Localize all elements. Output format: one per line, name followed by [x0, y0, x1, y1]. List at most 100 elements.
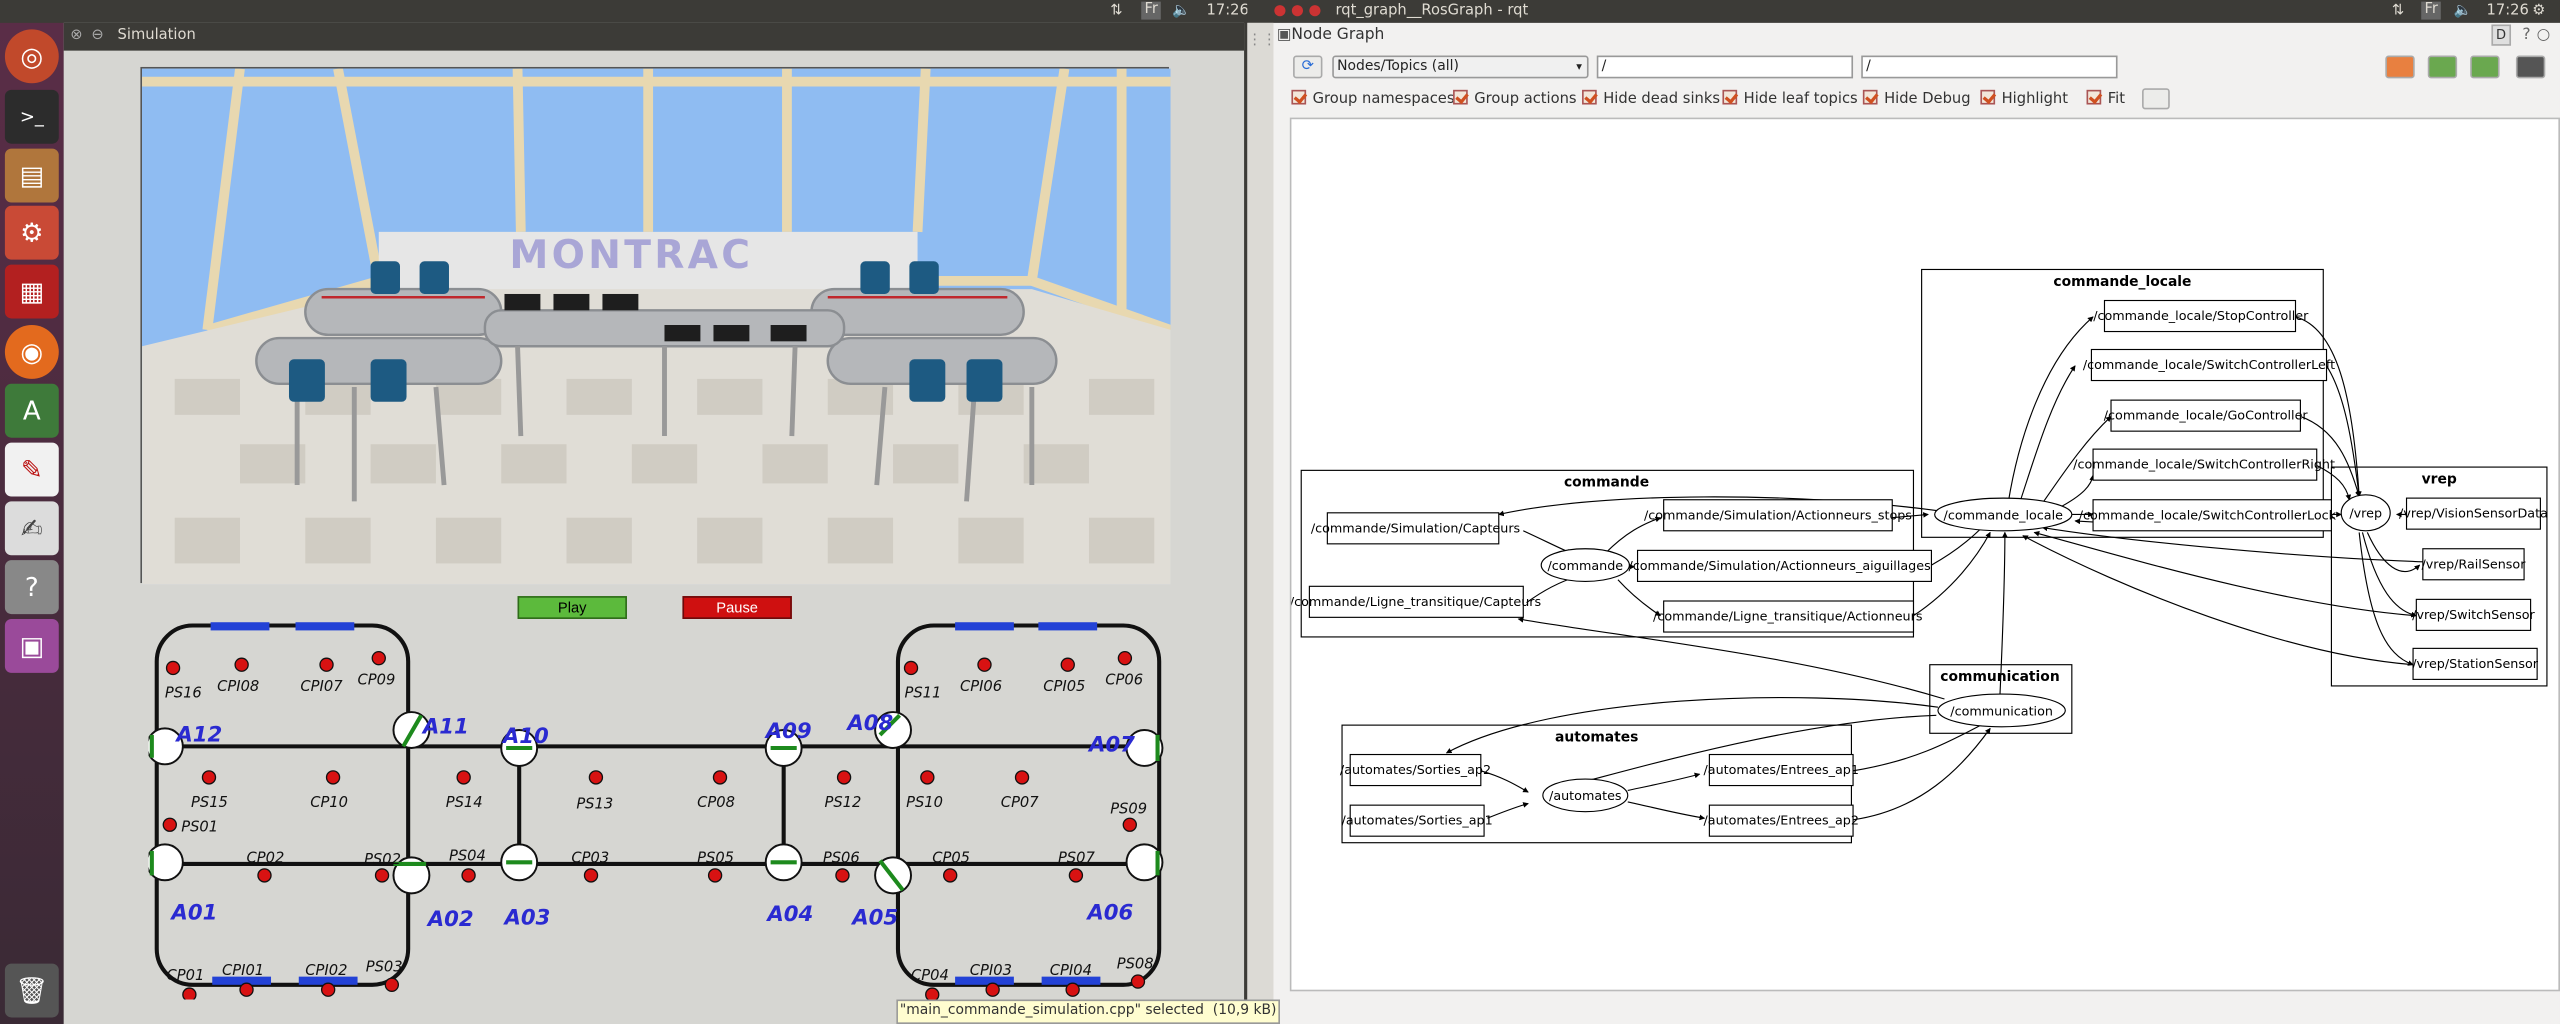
close-plugin-icon[interactable]: ○	[2537, 23, 2551, 49]
graph-label: vrep	[2422, 471, 2457, 487]
checkbox-icon[interactable]	[1453, 89, 1468, 105]
scene-view[interactable]: MONTRAC	[140, 66, 1173, 585]
sensor-marker	[1122, 817, 1137, 832]
gear-icon[interactable]: ⚙	[2532, 0, 2545, 23]
opt-group-namespaces[interactable]: Group namespaces	[1291, 89, 1455, 108]
graph-label: /automates	[1549, 789, 1622, 804]
workspaces-icon[interactable]: ▣	[4, 618, 59, 673]
checkbox-icon[interactable]	[1582, 89, 1597, 105]
sensor-marker	[461, 868, 476, 883]
network-icon[interactable]: ⇅	[2392, 0, 2404, 23]
track-label: CPI03	[970, 962, 1012, 979]
sensor-marker	[325, 770, 341, 785]
opt-group-actions[interactable]: Group actions	[1453, 89, 1577, 108]
track-label: A10	[501, 724, 549, 749]
graph-label: /commande_locale	[1944, 508, 2064, 523]
track-label: PS04	[449, 848, 486, 865]
montrac-logo: MONTRAC	[509, 233, 753, 278]
simulation-titlebar[interactable]: ⊗ ⊖ Simulation	[63, 22, 1245, 51]
refresh-button[interactable]: ⟳	[1293, 55, 1323, 79]
track-label: A08	[845, 711, 893, 736]
keyboard-indicator[interactable]: Fr	[1141, 1, 1162, 20]
clock[interactable]: 17:26	[2487, 0, 2529, 23]
track-label: CP08	[697, 794, 735, 811]
save-svg-icon[interactable]	[2470, 55, 2500, 79]
clock[interactable]: 17:26	[1207, 0, 1249, 23]
software-center-icon[interactable]: A	[4, 383, 59, 438]
opt-hide-dead-sinks[interactable]: Hide dead sinks	[1582, 89, 1720, 108]
graph-label: /communication	[1950, 704, 2053, 719]
minimize-icon[interactable]: ⊖	[91, 23, 103, 49]
graph-icon: ▣	[1276, 26, 1292, 45]
track-label: A07	[1087, 732, 1135, 757]
sensor-marker	[903, 660, 919, 676]
graph-label: /commande_locale/SwitchControllerRight	[2073, 458, 2335, 473]
checkbox-icon[interactable]	[1862, 89, 1878, 105]
sensor-marker	[1068, 868, 1084, 883]
window-title: Simulation	[117, 27, 196, 45]
plugin-buttons[interactable]: D	[2491, 24, 2512, 46]
pdf-reader-icon[interactable]: ✎	[4, 442, 59, 497]
sensor-marker	[925, 987, 940, 1000]
sensor-marker	[920, 770, 935, 785]
track-label: PS02	[364, 851, 401, 868]
opt-highlight[interactable]: Highlight	[1980, 89, 2068, 108]
window-controls[interactable]: ● ● ●	[1273, 0, 1321, 23]
trash-icon[interactable]: 🗑	[4, 963, 59, 1018]
track-label: A01	[169, 900, 217, 925]
pause-button[interactable]: Pause	[682, 596, 792, 619]
sensor-marker	[162, 817, 177, 832]
opt-hide-debug[interactable]: Hide Debug	[1862, 89, 1971, 108]
save-image-icon[interactable]	[2515, 55, 2546, 79]
opt-fit[interactable]: Fit	[2086, 89, 2125, 108]
text-editor-icon[interactable]: ✍	[4, 501, 59, 556]
vrep-icon[interactable]: ▦	[4, 264, 59, 319]
volume-icon[interactable]: 🔈	[2454, 0, 2472, 23]
sensor-marker	[943, 868, 958, 883]
save-dot-icon[interactable]	[2427, 55, 2458, 79]
checkbox-icon[interactable]	[1291, 89, 1307, 105]
keyboard-indicator[interactable]: Fr	[2421, 1, 2442, 20]
help-icon[interactable]: ?	[4, 560, 59, 615]
track-label: CP06	[1105, 671, 1143, 688]
files-icon[interactable]: ▤	[4, 148, 59, 203]
play-button[interactable]: Play	[517, 596, 627, 619]
sensor-marker	[835, 868, 850, 883]
checkbox-icon[interactable]	[1980, 89, 1996, 105]
ubuntu-dash-icon[interactable]: ◎	[4, 29, 59, 84]
network-icon[interactable]: ⇅	[1110, 0, 1122, 23]
checkbox-icon[interactable]	[2086, 89, 2102, 105]
volume-icon[interactable]: 🔈	[1172, 0, 1190, 23]
track-label: PS10	[906, 794, 943, 811]
terminal-icon[interactable]: >_	[4, 89, 59, 144]
filter-input-2[interactable]: /	[1861, 55, 2118, 79]
fit-view-icon[interactable]	[2142, 88, 2170, 110]
graph-canvas[interactable]: commande_locale commande vrep communicat…	[1289, 117, 2560, 992]
track-label: A11	[421, 714, 469, 739]
track-label: CP10	[310, 794, 348, 811]
checkbox-icon[interactable]	[1722, 89, 1738, 105]
dock-handle[interactable]: ⋮⋮	[1247, 22, 1277, 1024]
settings-icon[interactable]: ⚙	[4, 205, 59, 260]
sensor-marker	[182, 987, 197, 1000]
track-label: CP04	[911, 967, 949, 984]
graph-label: /commande/Ligne_transitique/Capteurs	[1291, 595, 1541, 610]
load-dot-icon[interactable]	[2385, 55, 2415, 79]
track-label: PS12	[824, 794, 861, 811]
rqt-window: ⋮⋮ ▣Node Graph D ? ○ ⟳ Nodes/Topics (all…	[1247, 22, 2560, 1024]
graph-label: /vrep/SwitchSensor	[2412, 608, 2535, 623]
graph-edge	[2033, 530, 2417, 617]
top-panel-left: ⇅ Fr 🔈 17:26 ⚙	[0, 0, 1265, 23]
plugin-title: Node Graph	[1291, 26, 1385, 45]
graph-label: /vrep/RailSensor	[2421, 557, 2526, 572]
graph-label: /commande_locale/StopController	[2093, 309, 2309, 324]
close-icon[interactable]: ⊗	[70, 23, 82, 49]
mode-combobox[interactable]: Nodes/Topics (all) ▾	[1332, 55, 1589, 79]
sensor-marker	[165, 660, 181, 676]
graph-label: /automates/Entrees_ap1	[1704, 763, 1859, 778]
opt-hide-leaf-topics[interactable]: Hide leaf topics	[1722, 89, 1858, 108]
filter-input-1[interactable]: /	[1596, 55, 1854, 79]
help-icon[interactable]: ?	[2522, 23, 2530, 49]
graph-edge	[2007, 316, 2094, 504]
firefox-icon[interactable]: ◉	[4, 325, 59, 379]
